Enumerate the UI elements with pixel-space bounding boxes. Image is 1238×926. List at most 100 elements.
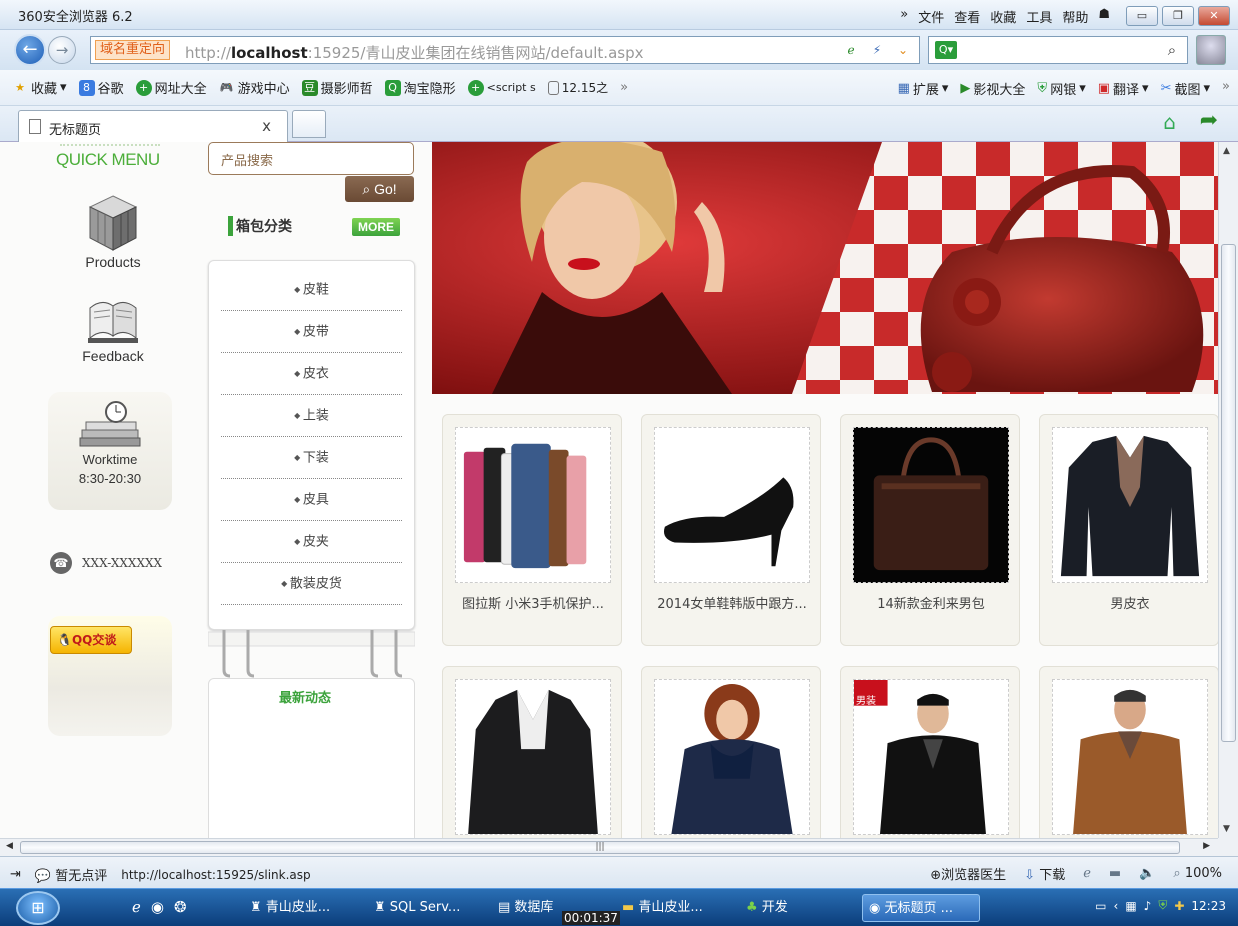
more-button[interactable]: MORE: [352, 218, 400, 236]
restore-button[interactable]: ❐: [1162, 6, 1194, 26]
tab-close-icon[interactable]: x: [262, 117, 271, 135]
product-card[interactable]: [1039, 666, 1218, 838]
ie-icon[interactable]: ℯ: [1083, 866, 1091, 881]
taskbar-item-sql[interactable]: ♜ SQL Serv...: [368, 894, 478, 922]
product-name[interactable]: 2014女单鞋韩版中跟方...: [642, 593, 822, 612]
qm-products[interactable]: Products: [40, 192, 186, 270]
fav-games[interactable]: 🎮 游戏中心: [219, 78, 290, 98]
category-item[interactable]: 皮具: [221, 479, 402, 521]
product-card[interactable]: 2014女单鞋韩版中跟方...: [641, 414, 821, 646]
start-button[interactable]: ⊞: [16, 891, 60, 925]
window-icon[interactable]: ▬: [1109, 866, 1121, 881]
hscroll-thumb[interactable]: |||: [20, 841, 1180, 854]
fav-note[interactable]: 12.15之: [547, 79, 608, 96]
undo-arrow-icon[interactable]: ➦: [1200, 108, 1218, 133]
dropdown-icon[interactable]: ⌄: [893, 41, 913, 59]
scroll-right-icon[interactable]: ▶: [1203, 841, 1210, 851]
qm-feedback[interactable]: Feedback: [40, 298, 186, 364]
user-avatar[interactable]: [1196, 35, 1226, 65]
horizontal-scrollbar[interactable]: ◀ ||| ▶: [0, 838, 1218, 856]
sidebar-toggle-icon[interactable]: ⇥: [10, 867, 21, 882]
vertical-scrollbar[interactable]: ▲ ▼: [1218, 142, 1238, 838]
fav-google[interactable]: 8 谷歌: [78, 78, 124, 97]
product-name[interactable]: 男皮衣: [1040, 593, 1218, 612]
address-bar[interactable]: 域名重定向 http://localhost:15925/青山皮业集团在线销售网…: [90, 36, 920, 64]
taskbar-item-folder[interactable]: ▬ 青山皮业...: [616, 894, 726, 922]
download-button[interactable]: ⇩ 下载: [1024, 864, 1065, 883]
redirect-badge[interactable]: 域名重定向: [95, 40, 171, 60]
app-launch-icon[interactable]: ❂: [174, 898, 187, 916]
search-icon[interactable]: ⌕: [1161, 40, 1183, 60]
category-item[interactable]: 皮衣: [221, 353, 402, 395]
scroll-down-icon[interactable]: ▼: [1223, 824, 1230, 834]
fav-script[interactable]: + <script s: [467, 79, 536, 96]
category-item[interactable]: 皮带: [221, 311, 402, 353]
forward-button[interactable]: →: [48, 36, 76, 64]
url-text[interactable]: http://localhost:15925/青山皮业集团在线销售网站/defa…: [185, 42, 643, 63]
tab-untitled[interactable]: 无标题页 x: [18, 110, 288, 142]
ext-button[interactable]: ▦ 扩展 ▾: [898, 79, 949, 98]
tools-more[interactable]: »: [1222, 79, 1230, 98]
product-card[interactable]: [641, 666, 821, 838]
product-name[interactable]: 14新款金利来男包: [841, 593, 1021, 612]
product-card[interactable]: 男装: [840, 666, 1020, 838]
category-item[interactable]: 皮鞋: [221, 269, 402, 311]
fav-collect[interactable]: ★ 收藏 ▾: [12, 78, 66, 97]
scroll-up-icon[interactable]: ▲: [1223, 146, 1230, 156]
new-tab-button[interactable]: [292, 110, 326, 138]
fav-sites[interactable]: + 网址大全: [135, 78, 207, 97]
fav-photographer[interactable]: 豆摄影师哲: [301, 78, 373, 97]
product-card[interactable]: 男皮衣: [1039, 414, 1218, 646]
search-box[interactable]: Q▾ ⌕: [928, 36, 1188, 64]
qq-chat-button[interactable]: 🐧QQ交谈: [50, 626, 132, 654]
tray-expand-icon[interactable]: ‹: [1114, 899, 1119, 913]
product-card[interactable]: 14新款金利来男包: [840, 414, 1020, 646]
category-item[interactable]: 皮夹: [221, 521, 402, 563]
speed-mode-icon[interactable]: ⚡: [867, 41, 887, 59]
back-button[interactable]: ←: [14, 34, 46, 66]
taskbar-item-vs[interactable]: ♜ 青山皮业...: [244, 894, 354, 922]
search-engine-icon[interactable]: Q▾: [935, 41, 957, 59]
scroll-thumb[interactable]: [1221, 244, 1236, 742]
menu-file[interactable]: 文件: [918, 7, 944, 26]
browser-launch-icon[interactable]: ◉: [151, 898, 164, 916]
product-card[interactable]: 图拉斯 小米3手机保护...: [442, 414, 622, 646]
product-search-input[interactable]: 产品搜索: [208, 142, 414, 175]
ie-launch-icon[interactable]: ℯ: [132, 898, 141, 916]
update-icon[interactable]: ✚: [1174, 899, 1184, 913]
skin-icon[interactable]: ☗: [1098, 7, 1110, 26]
product-name[interactable]: 图拉斯 小米3手机保护...: [443, 593, 623, 612]
security-icon[interactable]: ⛨: [1158, 898, 1167, 913]
search-go-button[interactable]: ⌕ Go!: [345, 176, 414, 202]
category-item[interactable]: 下装: [221, 437, 402, 479]
bank-button[interactable]: ⛨ 网银 ▾: [1037, 79, 1085, 98]
taskbar-item-dev[interactable]: ♣ 开发: [740, 894, 840, 922]
video-button[interactable]: ▶ 影视大全: [960, 79, 1025, 98]
menu-tools[interactable]: 工具: [1026, 7, 1052, 26]
zoom-control[interactable]: ⌕ 100%: [1173, 866, 1222, 881]
screenshot-button[interactable]: ✂ 截图 ▾: [1161, 79, 1210, 98]
clock[interactable]: 12:23: [1191, 899, 1226, 913]
volume-icon[interactable]: ♪: [1144, 899, 1152, 913]
fav-more[interactable]: »: [620, 80, 628, 95]
hero-banner[interactable]: [432, 142, 1218, 394]
menu-favorites[interactable]: 收藏: [990, 7, 1016, 26]
close-window-button[interactable]: ✕: [1198, 6, 1230, 26]
browser-doctor-button[interactable]: ⊕浏览器医生: [930, 864, 1006, 883]
taskbar-item-browser[interactable]: ◉ 无标题页 ...: [862, 894, 980, 922]
menu-more[interactable]: »: [900, 7, 908, 26]
ie-mode-icon[interactable]: ℯ: [841, 41, 861, 59]
category-item[interactable]: 上装: [221, 395, 402, 437]
speaker-icon[interactable]: 🔈: [1139, 866, 1155, 881]
menu-help[interactable]: 帮助: [1062, 7, 1088, 26]
menu-view[interactable]: 查看: [954, 7, 980, 26]
translate-button[interactable]: ▣ 翻译 ▾: [1098, 79, 1149, 98]
category-item[interactable]: 散装皮货: [221, 563, 402, 605]
taskbar-item-db[interactable]: ▤ 数据库: [492, 894, 562, 922]
network-icon[interactable]: ▦: [1125, 899, 1136, 913]
scroll-left-icon[interactable]: ◀: [6, 841, 13, 851]
home-icon[interactable]: ⌂: [1163, 110, 1176, 134]
keyboard-icon[interactable]: ▭: [1095, 899, 1106, 913]
minimize-button[interactable]: ▭: [1126, 6, 1158, 26]
product-card[interactable]: [442, 666, 622, 838]
